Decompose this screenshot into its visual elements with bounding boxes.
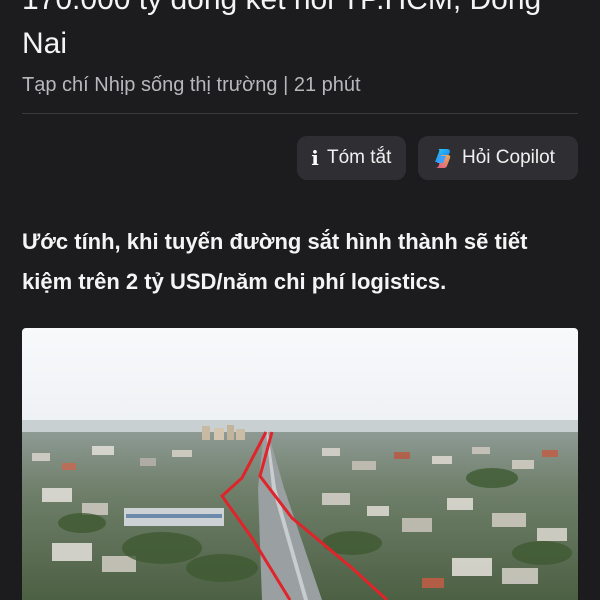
info-icon: i <box>311 146 319 170</box>
copilot-icon <box>432 147 454 169</box>
divider <box>22 113 578 114</box>
summary-button[interactable]: i Tóm tắt <box>297 136 406 180</box>
ask-copilot-button[interactable]: Hỏi Copilot <box>418 136 578 180</box>
article-source-meta[interactable]: Tạp chí Nhịp sống thị trường | 21 phút <box>22 74 361 97</box>
article-photo[interactable] <box>22 328 578 600</box>
ask-copilot-label: Hỏi Copilot <box>462 147 555 168</box>
summary-button-label: Tóm tắt <box>327 147 392 168</box>
article-title: 170.000 tỷ đồng kết nối TP.HCM, Đồng Nai <box>22 0 541 60</box>
aerial-city-photo <box>22 328 578 600</box>
article-lead: Ước tính, khi tuyến đường sắt hình thành… <box>22 229 528 294</box>
